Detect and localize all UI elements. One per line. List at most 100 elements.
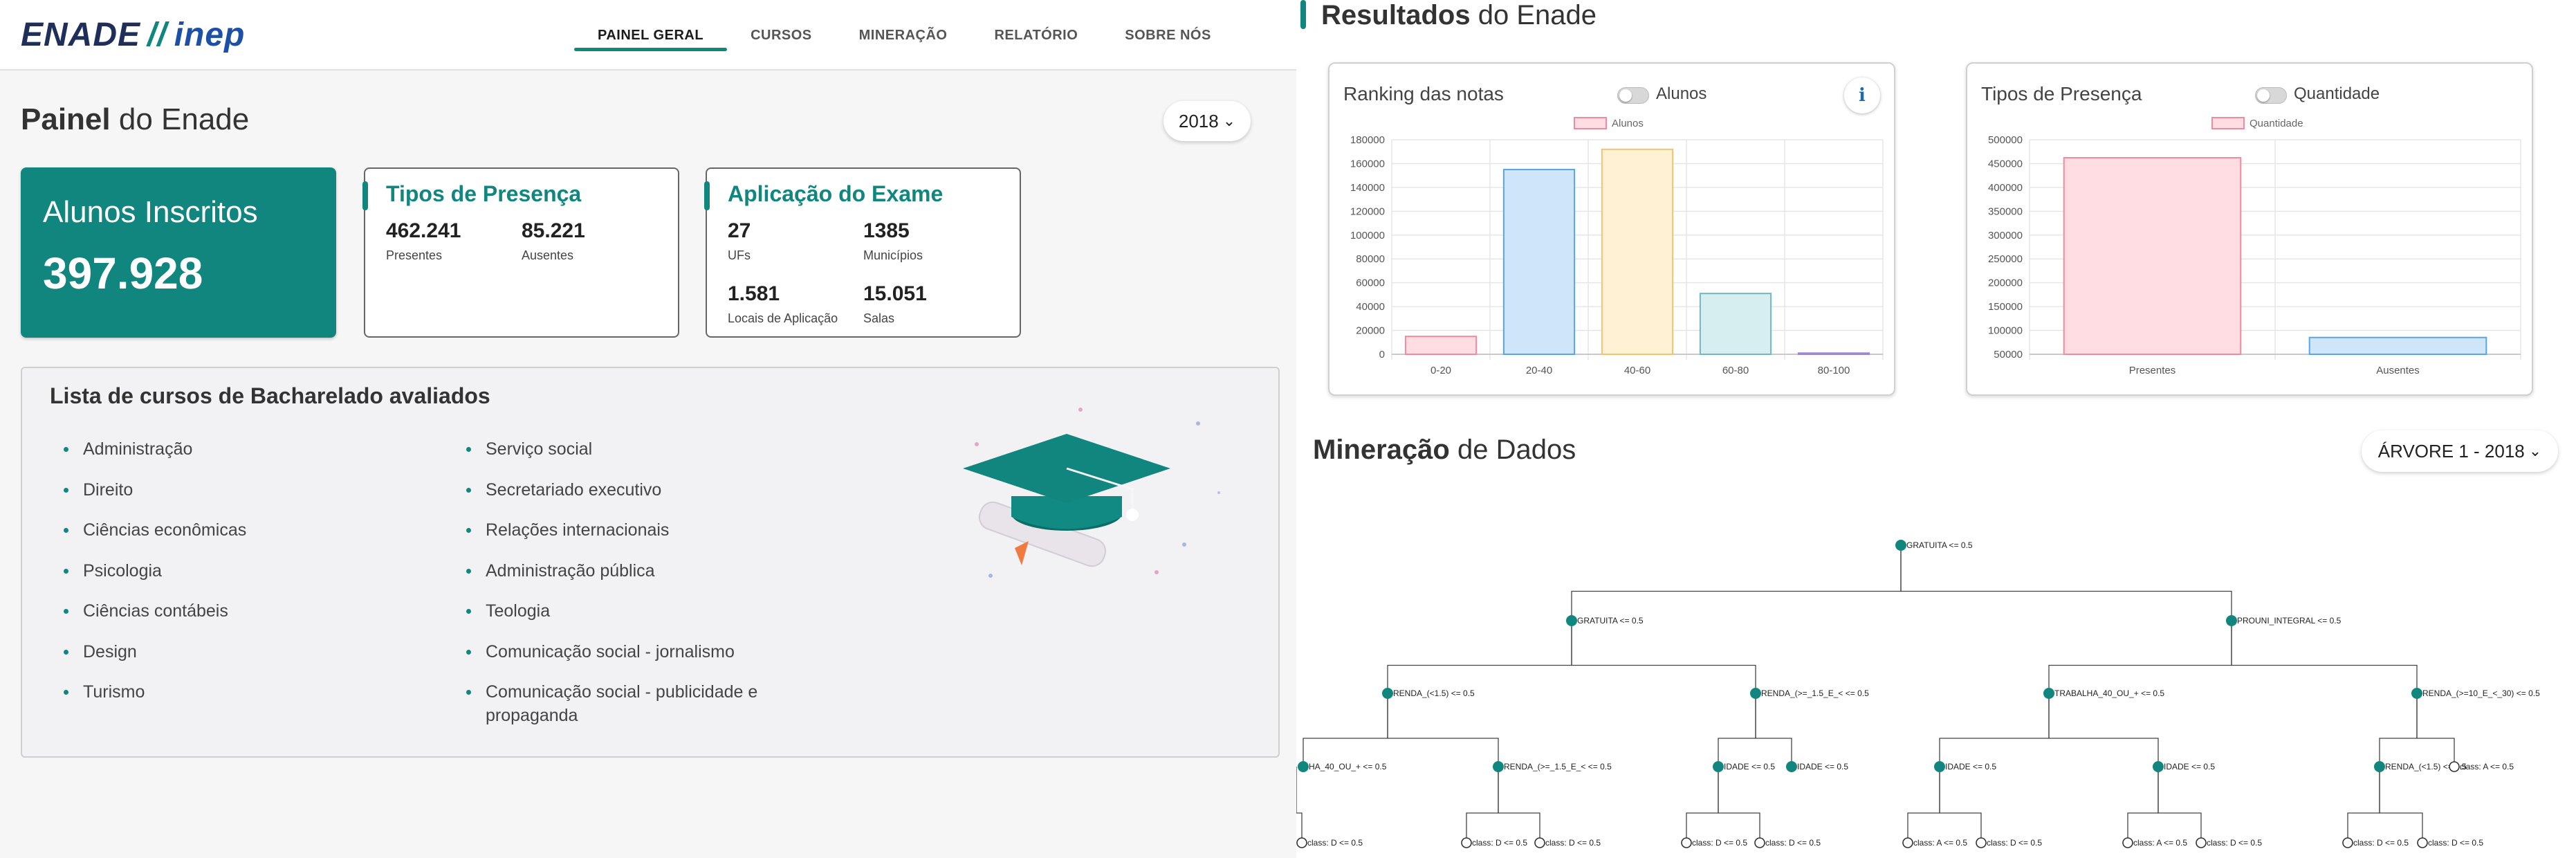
stat-label: UFs bbox=[728, 248, 751, 262]
tree-node-label: IDADE <= 0.5 bbox=[1797, 762, 1848, 772]
bar bbox=[2063, 157, 2242, 355]
y-tick-label: 100000 bbox=[1988, 325, 2023, 337]
resultados-view: Resultados do Enade Ranking das notas Al… bbox=[1296, 0, 2576, 858]
list-item: Administração bbox=[64, 437, 423, 478]
list-item: Psicologia bbox=[64, 559, 423, 600]
y-tick-label: 250000 bbox=[1988, 253, 2023, 265]
tree-edge bbox=[2158, 767, 2202, 843]
tree-edge bbox=[2127, 767, 2159, 843]
tree-leaf bbox=[1681, 837, 1692, 848]
y-tick-label: 120000 bbox=[1350, 206, 1385, 217]
tree-node-label: RENDA_(>=_1.5_E_< <= 0.5 bbox=[1504, 762, 1612, 772]
x-tick-label: Presentes bbox=[2129, 365, 2176, 376]
y-tick-label: 160000 bbox=[1350, 158, 1385, 170]
tree-node-label: RENDA_(<1.5) <= 0.5 bbox=[1393, 688, 1475, 698]
bar bbox=[1601, 148, 1674, 356]
tree-node-label: IDADE <= 0.5 bbox=[1724, 762, 1775, 772]
x-tick-label: Ausentes bbox=[2376, 365, 2420, 376]
y-tick-label: 300000 bbox=[1988, 230, 2023, 241]
ranking-chart-card: Ranking das notas Alunos i Alunos 0 20000 4… bbox=[1328, 62, 1895, 396]
y-tick-label: 200000 bbox=[1988, 277, 2023, 289]
tree-node bbox=[2411, 688, 2422, 699]
tree-node-label: class: A <= 0.5 bbox=[2460, 762, 2514, 772]
nav-sobre-nos[interactable]: SOBRE NÓS bbox=[1101, 0, 1235, 71]
tree-node-label: HA_40_OU_+ <= 0.5 bbox=[1309, 762, 1387, 772]
nav-painel-geral[interactable]: PAINEL GERAL bbox=[574, 0, 728, 71]
aplicacao-exame-title: Aplicação do Exame bbox=[728, 181, 944, 206]
y-tick-label: 400000 bbox=[1988, 182, 2023, 194]
stat-value: 15.051 bbox=[863, 282, 927, 305]
stat-label: Municípios bbox=[863, 248, 923, 262]
y-tick-label: 60000 bbox=[1356, 277, 1385, 289]
tree-leaf bbox=[1902, 837, 1913, 848]
bar bbox=[1699, 293, 1772, 355]
chevron-down-icon: ⌄ bbox=[2528, 442, 2542, 459]
tree-leaf bbox=[1976, 837, 1987, 848]
nav-relatorio[interactable]: RELATÓRIO bbox=[970, 0, 1101, 71]
list-item: Relações internacionais bbox=[466, 518, 854, 559]
stat-salas: 15.051 Salas bbox=[863, 282, 999, 326]
tree-node-label: PROUNI_INTEGRAL <= 0.5 bbox=[2237, 616, 2342, 626]
tree-edge bbox=[1718, 693, 1756, 767]
tree-leaf bbox=[2342, 837, 2353, 848]
cursos-col-2: Serviço social Secretariado executivo Re… bbox=[466, 437, 854, 736]
enade-inep-logo[interactable]: ENADE // inep bbox=[21, 14, 245, 55]
y-tick-label: 140000 bbox=[1350, 182, 1385, 194]
tree-node bbox=[1298, 761, 1309, 772]
stat-municipios: 1385 Municípios bbox=[863, 219, 999, 263]
bar bbox=[1797, 352, 1870, 355]
tree-edge bbox=[1571, 545, 1902, 621]
decision-tree[interactable]: GRATUITA <= 0.5 GRATUITA <= 0.5 PROUNI_INT… bbox=[1296, 512, 2576, 858]
tree-node-label: class: D <= 0.5 bbox=[1987, 838, 2042, 848]
stat-presentes: 462.241 Presentes bbox=[386, 219, 522, 263]
tree-node bbox=[2153, 761, 2164, 772]
legend-swatch bbox=[2211, 117, 2245, 129]
presenca-bar-chart: Quantidade 50000 100000 150000 200000 250000 3… bbox=[1988, 117, 2521, 376]
tree-node bbox=[1713, 761, 1724, 772]
resultados-title-bold: Resultados bbox=[1321, 0, 1471, 30]
tree-edge bbox=[2231, 621, 2418, 693]
logo-enade: ENADE bbox=[21, 16, 141, 53]
chart-legend: Alunos bbox=[1574, 117, 1644, 129]
main-nav: PAINEL GERAL CURSOS MINERAÇÃO RELATÓRIO … bbox=[574, 0, 1235, 71]
section-accent bbox=[1300, 0, 1306, 29]
cursos-list-title: Lista de cursos de Bacharelado avaliados bbox=[50, 383, 490, 408]
y-tick-label: 150000 bbox=[1988, 301, 2023, 313]
nav-mineracao[interactable]: MINERAÇÃO bbox=[836, 0, 971, 71]
tree-leaf bbox=[1296, 837, 1307, 848]
tree-edge bbox=[1755, 693, 1792, 767]
mineracao-title-bold: Mineração bbox=[1313, 435, 1450, 465]
y-tick-label: 180000 bbox=[1350, 134, 1385, 146]
tree-edge bbox=[1498, 767, 1540, 843]
year-select[interactable]: 2018 ⌄ bbox=[1163, 101, 1251, 141]
page-title-rest: do Enade bbox=[110, 102, 250, 136]
x-tick-label: 0-20 bbox=[1430, 365, 1451, 376]
list-item: Comunicação social - jornalismo bbox=[466, 640, 854, 681]
list-item: Ciências econômicas bbox=[64, 518, 423, 559]
tree-node bbox=[1493, 761, 1504, 772]
alunos-inscritos-label: Alunos Inscritos bbox=[43, 195, 258, 229]
y-tick-label: 450000 bbox=[1988, 158, 2023, 170]
chart-legend: Quantidade bbox=[2211, 117, 2303, 129]
tree-node-label: GRATUITA <= 0.5 bbox=[1577, 616, 1644, 626]
tree-node-label: GRATUITA <= 0.5 bbox=[1906, 540, 1973, 550]
logo-inep: inep bbox=[174, 16, 246, 53]
stat-ufs: 27 UFs bbox=[728, 219, 863, 263]
cursos-col-1: Administração Direito Ciências econômica… bbox=[64, 437, 423, 721]
page-title-bold: Painel bbox=[21, 102, 111, 136]
tree-node-label: class: D <= 0.5 bbox=[1545, 838, 1601, 848]
x-tick-label: 60-80 bbox=[1722, 365, 1749, 376]
stat-label: Presentes bbox=[386, 248, 443, 262]
nav-cursos[interactable]: CURSOS bbox=[727, 0, 836, 71]
tree-edge bbox=[1939, 767, 1982, 843]
tree-edge bbox=[1303, 693, 1388, 767]
y-tick-label: 500000 bbox=[1988, 134, 2023, 146]
tree-select[interactable]: ÁRVORE 1 - 2018 ⌄ bbox=[2362, 430, 2558, 472]
y-tick-label: 80000 bbox=[1356, 253, 1385, 265]
stat-value: 462.241 bbox=[386, 219, 461, 242]
mineracao-title: Mineração de Dados bbox=[1313, 435, 1576, 466]
tree-edge bbox=[1718, 767, 1760, 843]
logo-separator: // bbox=[147, 16, 167, 53]
top-navbar: ENADE // inep PAINEL GERAL CURSOS MINERA… bbox=[0, 0, 1296, 71]
tree-edge bbox=[1296, 767, 1303, 843]
